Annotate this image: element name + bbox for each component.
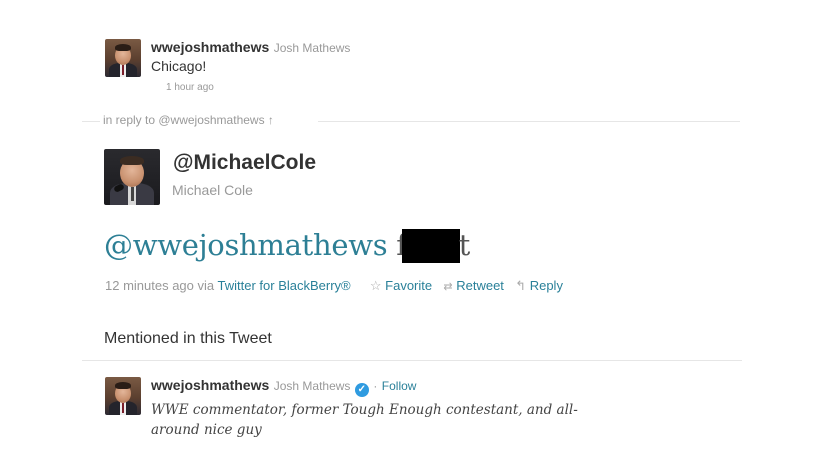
mentioned-heading: Mentioned in this Tweet <box>104 330 272 347</box>
retweet-icon: ⇄ <box>443 281 453 293</box>
verified-badge-icon: ✓ <box>354 383 369 397</box>
reply-button[interactable]: ↰ Reply <box>515 278 563 293</box>
up-arrow-icon: ↑ <box>267 113 274 127</box>
redaction-box <box>401 229 460 263</box>
main-tweet-screen-name[interactable]: @MichaelCole <box>173 151 316 175</box>
follow-separator: · <box>373 379 378 393</box>
main-tweet-mention[interactable]: @wwejoshmathews <box>104 228 388 262</box>
main-tweet-timestamp[interactable]: 12 minutes ago <box>105 278 194 293</box>
mentioned-bio: WWE commentator, former Tough Enough con… <box>151 402 578 438</box>
tweet1-screen-name[interactable]: wwejoshmathews <box>151 39 269 55</box>
follow-button[interactable]: Follow <box>382 379 417 393</box>
mentioned-screen-name[interactable]: wwejoshmathews <box>151 377 269 393</box>
star-outline-icon: ☆ <box>369 278 382 293</box>
tweet1-timestamp[interactable]: 1 hour ago <box>166 82 214 93</box>
main-tweet-text-end: t <box>458 228 471 262</box>
in-reply-to-handle[interactable]: @wwejoshmathews <box>158 113 264 127</box>
retweet-button[interactable]: ⇄ Retweet <box>443 278 504 293</box>
tweet1-text: Chicago! <box>151 58 207 74</box>
avatar-michaelcole[interactable] <box>104 149 160 205</box>
retweet-label: Retweet <box>456 278 504 293</box>
reply-label: Reply <box>529 278 563 293</box>
in-reply-to[interactable]: in reply to @wwejoshmathews ↑ <box>103 113 274 127</box>
mentioned-divider <box>82 360 742 361</box>
favorite-button[interactable]: ☆ Favorite <box>370 278 432 293</box>
mentioned-header: wwejoshmathews Josh Mathews ✓ · Follow <box>151 377 416 397</box>
mentioned-real-name: Josh Mathews <box>273 379 351 393</box>
main-tweet-real-name: Michael Cole <box>172 182 253 198</box>
in-reply-to-prefix: in reply to <box>103 113 159 127</box>
tweet1-real-name: Josh Mathews <box>273 41 351 55</box>
reply-arrow-icon: ↰ <box>515 278 527 293</box>
reply-divider-right <box>318 121 740 122</box>
main-tweet-meta: 12 minutes ago via Twitter for BlackBerr… <box>105 278 563 294</box>
via-label: via <box>193 278 218 293</box>
avatar-wwejoshmathews[interactable] <box>105 39 141 77</box>
tweet1-header: wwejoshmathews Josh Mathews <box>151 39 350 57</box>
avatar-mentioned-wwejoshmathews[interactable] <box>105 377 141 415</box>
client-link[interactable]: Twitter for BlackBerry® <box>218 278 351 293</box>
reply-divider-left <box>82 121 100 122</box>
main-tweet-text: @wwejoshmathews ft <box>104 228 470 263</box>
favorite-label: Favorite <box>385 278 433 293</box>
